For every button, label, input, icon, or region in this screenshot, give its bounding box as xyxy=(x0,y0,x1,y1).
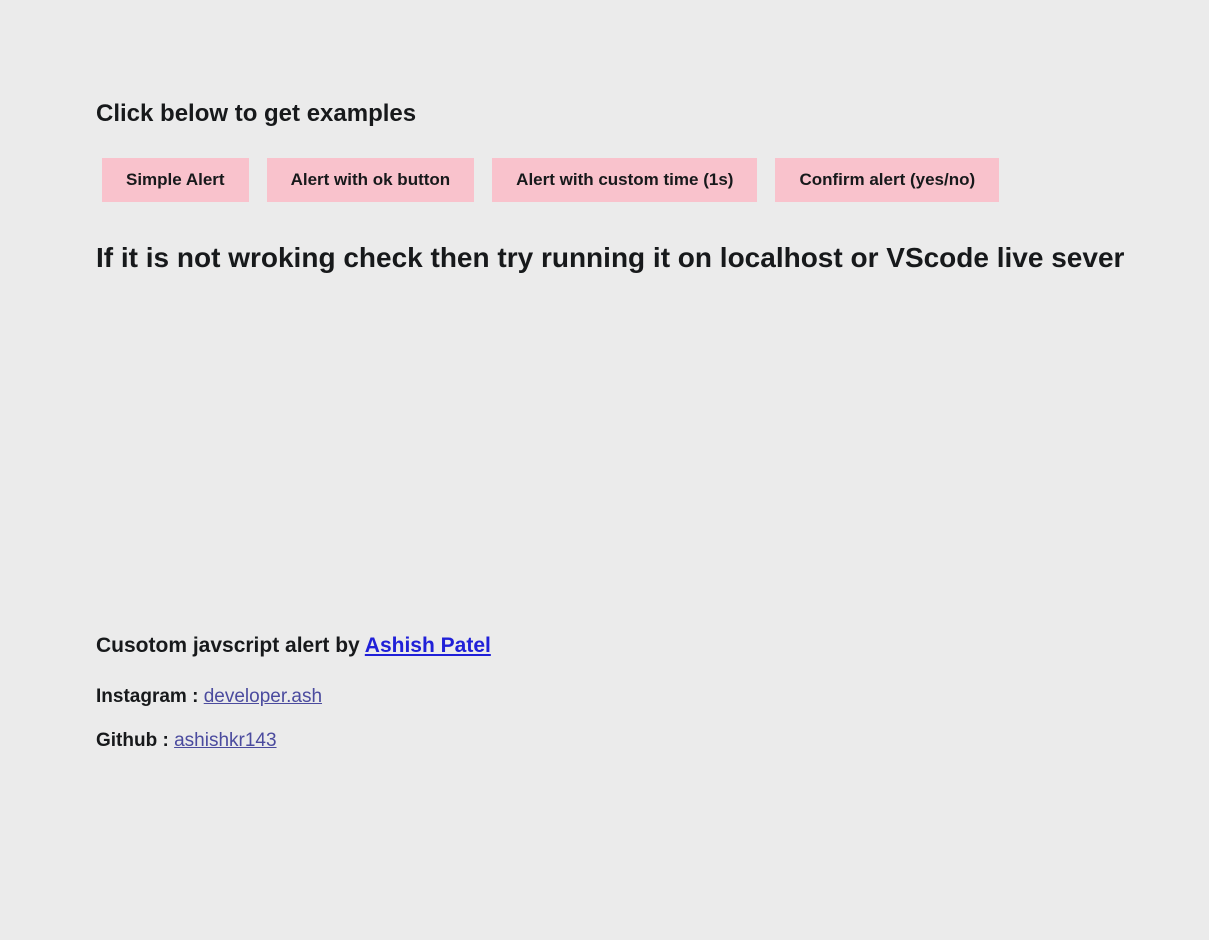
page-title: Click below to get examples xyxy=(96,100,1113,128)
author-link[interactable]: Ashish Patel xyxy=(365,634,491,657)
confirm-alert-button[interactable]: Confirm alert (yes/no) xyxy=(775,158,999,202)
alert-custom-time-button[interactable]: Alert with custom time (1s) xyxy=(492,158,757,202)
github-line: Github : ashishkr143 xyxy=(96,730,1113,752)
github-label: Github : xyxy=(96,730,174,751)
instagram-line: Instagram : developer.ash xyxy=(96,686,1113,708)
button-row: Simple Alert Alert with ok button Alert … xyxy=(96,158,1113,202)
alert-ok-button[interactable]: Alert with ok button xyxy=(267,158,475,202)
main-content: Click below to get examples Simple Alert… xyxy=(0,0,1209,752)
simple-alert-button[interactable]: Simple Alert xyxy=(102,158,249,202)
warning-heading: If it is not wroking check then try runn… xyxy=(96,242,1113,274)
instagram-link[interactable]: developer.ash xyxy=(204,686,322,707)
github-link[interactable]: ashishkr143 xyxy=(174,730,276,751)
credit-line: Cusotom javscript alert by Ashish Patel xyxy=(96,634,1113,658)
credit-prefix: Cusotom javscript alert by xyxy=(96,634,365,657)
instagram-label: Instagram : xyxy=(96,686,204,707)
